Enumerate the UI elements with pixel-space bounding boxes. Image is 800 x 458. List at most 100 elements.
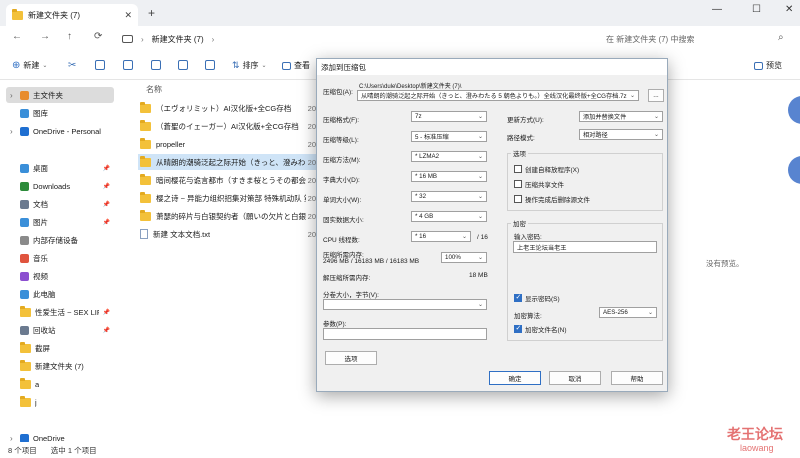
- dictionary-select[interactable]: * 16 MB ⌄: [411, 171, 487, 182]
- format-select[interactable]: 7z ⌄: [411, 111, 487, 122]
- file-row[interactable]: propeller 20: [138, 136, 318, 152]
- address-bar[interactable]: › 新建文件夹 (7) ›: [118, 29, 594, 49]
- up-button[interactable]: ↑: [67, 31, 72, 42]
- create-sfx-checkbox[interactable]: 创建自释放程序(X): [514, 164, 579, 174]
- cut-icon[interactable]: ✂: [68, 60, 76, 71]
- chevron-right-icon[interactable]: ›: [10, 91, 13, 100]
- sidebar-item[interactable]: 内部存储设备: [6, 232, 114, 248]
- search-icon[interactable]: ⌕: [778, 32, 784, 43]
- tab-close-icon[interactable]: ✕: [124, 10, 132, 21]
- sidebar-item[interactable]: 截屏: [6, 340, 114, 356]
- split-volume-select[interactable]: ⌄: [323, 299, 487, 310]
- new-tab-button[interactable]: +: [148, 6, 155, 20]
- memory-decompress-value: 18 MB: [469, 272, 488, 279]
- solid-block-select[interactable]: * 4 GB ⌄: [411, 211, 487, 222]
- preview-button[interactable]: 预览: [754, 60, 782, 71]
- view-icon: [282, 61, 291, 70]
- file-row[interactable]: 暗间樱花与诡言都市（すきま桜とうその都会） 20: [138, 172, 318, 188]
- back-button[interactable]: ←: [12, 31, 22, 42]
- sidebar-item[interactable]: 图库: [6, 105, 114, 121]
- sidebar-item-label: 桌面: [33, 163, 48, 173]
- compress-shared-checkbox[interactable]: 压缩共享文件: [514, 179, 564, 189]
- sidebar-item[interactable]: 性爱生活 ~ SEX LIFE (セ·📌: [6, 304, 114, 320]
- checkbox-box[interactable]: [514, 195, 522, 203]
- minimize-button[interactable]: —: [712, 4, 722, 15]
- sidebar-item-label: 新建文件夹 (7): [35, 361, 84, 371]
- cancel-button[interactable]: 取消: [549, 371, 601, 385]
- chevron-down-icon: ⌄: [477, 154, 483, 160]
- close-window-button[interactable]: ✕: [785, 4, 793, 15]
- paste-button[interactable]: [123, 60, 133, 70]
- delete-button[interactable]: [205, 60, 215, 70]
- word-size-select[interactable]: * 32 ⌄: [411, 191, 487, 202]
- refresh-button[interactable]: ⟳: [94, 31, 102, 42]
- chevron-right-icon[interactable]: ›: [10, 127, 13, 136]
- sidebar-item[interactable]: Downloads 📌: [6, 178, 114, 194]
- chevron-down-icon: ⌄: [647, 310, 653, 316]
- help-button[interactable]: 帮助: [611, 371, 663, 385]
- sidebar-item[interactable]: › 主文件夹: [6, 87, 114, 103]
- sidebar-item[interactable]: 图片 📌: [6, 214, 114, 230]
- breadcrumb-chevron-icon[interactable]: ›: [212, 35, 215, 44]
- sidebar-item[interactable]: 此电脑: [6, 286, 114, 302]
- tab-current-folder[interactable]: 新建文件夹 (7) ✕: [6, 4, 138, 26]
- word-size-label: 单词大小(W):: [323, 197, 362, 204]
- file-row[interactable]: 新建 文本文档.txt 20: [138, 226, 318, 242]
- file-name: 萧瑟的碎片与白银契约者（願いの欠片と白銀の: [156, 211, 306, 221]
- path-mode-select[interactable]: 相对路径 ⌄: [579, 129, 663, 140]
- preview-pane-icon: [754, 61, 763, 70]
- sidebar-item-label: 视频: [33, 271, 48, 281]
- copy-button[interactable]: [95, 60, 105, 70]
- rename-button[interactable]: [151, 60, 161, 70]
- sidebar-item[interactable]: 新建文件夹 (7): [6, 358, 114, 374]
- sort-button[interactable]: ⇅ 排序 ⌄: [232, 60, 267, 71]
- level-select[interactable]: 5 - 标准压缩 ⌄: [411, 131, 487, 142]
- file-row[interactable]: 从晴朗的潮骑泛起之际开始（きっと、澄みわた 20: [138, 154, 318, 170]
- sidebar-item[interactable]: j: [6, 394, 114, 410]
- password-input[interactable]: 上老王论坛当老王: [513, 241, 657, 253]
- sort-icon: ⇅: [232, 60, 240, 70]
- sidebar-item[interactable]: › OneDrive - Personal: [6, 123, 114, 139]
- show-password-checkbox[interactable]: 显示密码(S): [514, 293, 560, 303]
- pin-icon: 📌: [102, 327, 110, 334]
- chevron-down-icon[interactable]: ⌄: [630, 92, 635, 99]
- encryption-method-select[interactable]: AES-256 ⌄: [599, 307, 657, 318]
- sidebar-item[interactable]: 视频: [6, 268, 114, 284]
- file-date: 20: [307, 103, 316, 113]
- options-button[interactable]: 选项: [325, 351, 377, 365]
- browse-button[interactable]: ...: [648, 89, 664, 102]
- archive-name-combo[interactable]: 从晴朗的潮骑泛起之际开始（きっと、澄みわたる 5 朝色よりも。）全线汉化最终版+…: [357, 90, 639, 101]
- sidebar-item[interactable]: 音乐: [6, 250, 114, 266]
- checkbox-box[interactable]: [514, 165, 522, 173]
- breadcrumb[interactable]: 新建文件夹 (7): [152, 34, 204, 45]
- sidebar-item[interactable]: 桌面 📌: [6, 160, 114, 176]
- chevron-down-icon: ⌄: [477, 134, 483, 140]
- column-header-name[interactable]: 名称: [146, 84, 162, 95]
- file-date: 20: [307, 175, 316, 185]
- new-button[interactable]: ⊕ 新建 ⌄: [12, 60, 47, 71]
- memory-percent-select[interactable]: 100% ⌄: [441, 252, 487, 263]
- view-button[interactable]: 查看: [282, 60, 310, 71]
- checkbox-checked[interactable]: [514, 293, 522, 302]
- file-row[interactable]: （エヴォリミット）AI汉化版+全CG存档 20: [138, 100, 318, 116]
- delete-after-checkbox[interactable]: 操作完成后删除源文件: [514, 194, 590, 204]
- ok-button[interactable]: 确定: [489, 371, 541, 385]
- method-select[interactable]: * LZMA2 ⌄: [411, 151, 487, 162]
- checkbox-checked[interactable]: [514, 324, 522, 333]
- encrypt-names-checkbox[interactable]: 加密文件名(N): [514, 324, 567, 334]
- file-date: 20: [307, 157, 316, 167]
- file-row[interactable]: （蒼聖のイェーガー）AI汉化版+全CG存档 20: [138, 118, 318, 134]
- update-mode-select[interactable]: 添加并替换文件 ⌄: [579, 111, 663, 122]
- forward-button[interactable]: →: [40, 31, 50, 42]
- checkbox-box[interactable]: [514, 180, 522, 188]
- share-button[interactable]: [178, 60, 188, 70]
- file-row[interactable]: 樱之诗 ~ 异能力组织招集对策部 特殊机动队 第 20: [138, 190, 318, 206]
- sidebar-item[interactable]: a: [6, 376, 114, 392]
- search-input[interactable]: 在 新建文件夹 (7) 中搜索: [600, 29, 796, 49]
- file-row[interactable]: 萧瑟的碎片与白银契约者（願いの欠片と白銀の 20: [138, 208, 318, 224]
- parameters-input[interactable]: [323, 328, 487, 340]
- sidebar-item[interactable]: 文档 📌: [6, 196, 114, 212]
- cpu-threads-select[interactable]: * 16 ⌄: [411, 231, 471, 242]
- maximize-button[interactable]: ☐: [752, 4, 761, 15]
- sidebar-item[interactable]: 回收站 📌: [6, 322, 114, 338]
